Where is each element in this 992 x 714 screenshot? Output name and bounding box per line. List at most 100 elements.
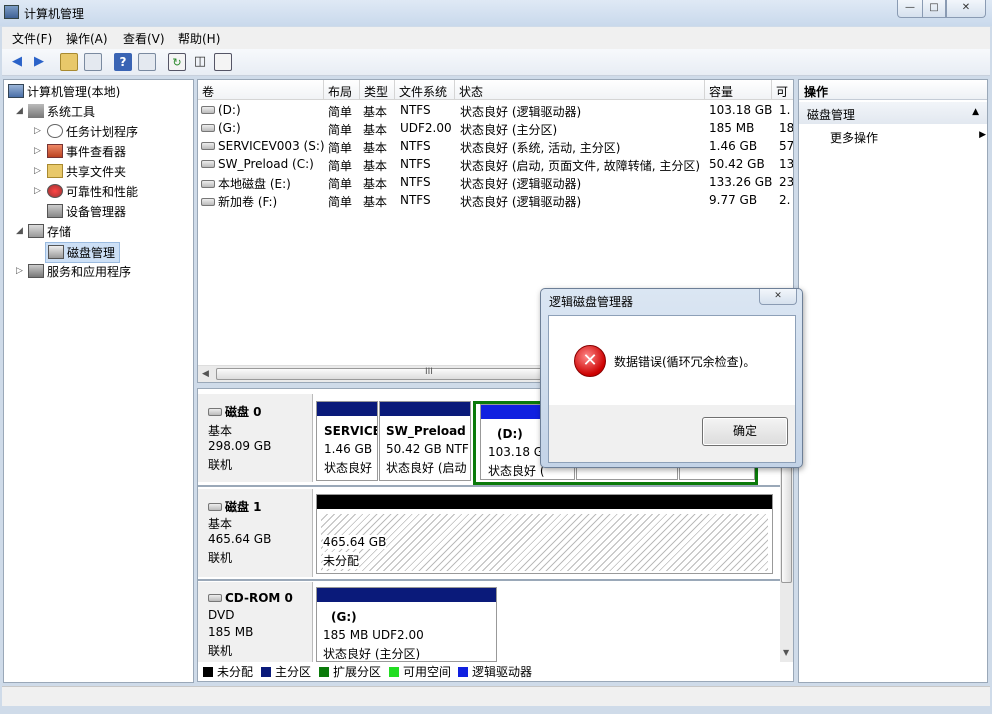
tree-device-manager[interactable]: 设备管理器 xyxy=(47,203,126,220)
maximize-button[interactable]: □ xyxy=(922,0,946,18)
shared-folder-icon xyxy=(47,164,63,178)
collapse-up-icon[interactable]: ▲ xyxy=(972,107,979,117)
cd-drive-icon xyxy=(201,124,215,132)
drive-icon xyxy=(201,198,215,206)
divider xyxy=(198,579,780,581)
col-header-filesystem[interactable]: 文件系统 xyxy=(395,80,455,100)
drive-icon xyxy=(201,180,215,188)
menu-bar: 文件(F) 操作(A) 查看(V) 帮助(H) xyxy=(2,27,990,49)
drive-icon xyxy=(201,106,215,114)
collapse-arrow-icon[interactable]: ◢ xyxy=(16,226,23,236)
disk1-size: 465.64 GB xyxy=(208,532,272,546)
refresh-icon[interactable]: ↻ xyxy=(168,53,186,71)
tree-event-viewer[interactable]: 事件查看器 xyxy=(47,143,126,160)
table-row[interactable]: (D:) 简单 基本 NTFS 状态良好 (逻辑驱动器) 103.18 GB 1. xyxy=(198,102,793,120)
disk1-label[interactable]: 磁盘 1 基本 465.64 GB 联机 xyxy=(198,489,313,577)
table-cell: 本地磁盘 (E:) xyxy=(201,175,324,192)
more-actions-item[interactable]: 更多操作 ▶ xyxy=(830,129,986,146)
table-cell: 103.18 GB xyxy=(709,103,773,117)
scroll-left-icon[interactable]: ◀ xyxy=(202,369,209,379)
table-row[interactable]: (G:) 简单 基本 UDF2.00 状态良好 (主分区) 185 MB 18 xyxy=(198,120,793,138)
partition-g[interactable]: (G:) 185 MB UDF2.00 状态良好 (主分区) xyxy=(316,587,497,662)
show-hide-tree-icon[interactable] xyxy=(84,53,102,71)
partition-unallocated[interactable]: 465.64 GB 未分配 xyxy=(316,494,773,574)
col-header-volume[interactable]: 卷 xyxy=(198,80,324,100)
table-row[interactable]: SW_Preload (C:) 简单 基本 NTFS 状态良好 (启动, 页面文件, 故… xyxy=(198,156,794,174)
tree-task-scheduler[interactable]: 任务计划程序 xyxy=(47,123,138,140)
menu-view[interactable]: 查看(V) xyxy=(123,30,165,47)
disk0-status: 联机 xyxy=(208,458,233,472)
dialog-title: 逻辑磁盘管理器 xyxy=(549,295,634,309)
expand-arrow-icon[interactable]: ▷ xyxy=(34,126,41,136)
show-action-pane-icon[interactable] xyxy=(138,53,156,71)
disk0-name: 磁盘 0 xyxy=(225,405,262,419)
table-cell: 1. xyxy=(779,103,791,117)
tree-disk-management[interactable]: 磁盘管理 xyxy=(45,242,121,263)
close-button[interactable]: ✕ xyxy=(946,0,986,18)
table-row[interactable]: SERVICEV003 (S:) 简单 基本 NTFS 状态良好 (系统, 活动, 主分… xyxy=(198,138,794,156)
scroll-down-icon[interactable]: ▼ xyxy=(783,648,789,657)
disk1-status: 联机 xyxy=(208,551,233,565)
tree-reliability[interactable]: 可靠性和性能 xyxy=(47,183,138,200)
menu-action[interactable]: 操作(A) xyxy=(66,30,108,47)
scroll-grip: III xyxy=(425,367,433,377)
expand-arrow-icon[interactable]: ▷ xyxy=(34,146,41,156)
table-row[interactable]: 新加卷 (F:) 简单 基本 NTFS 状态良好 (逻辑驱动器) 9.77 GB 2. xyxy=(198,192,793,210)
table-cell: 状态良好 (逻辑驱动器) xyxy=(460,105,582,119)
divider xyxy=(198,485,780,487)
table-cell: 简单 xyxy=(328,141,353,155)
partition-service[interactable]: SERVICE 1.46 GB 状态良好 xyxy=(316,401,378,481)
drive-icon xyxy=(201,160,215,168)
tree-storage[interactable]: 存储 xyxy=(28,223,71,240)
menu-file[interactable]: 文件(F) xyxy=(12,30,52,47)
col-header-status[interactable]: 状态 xyxy=(455,80,705,100)
col-header-layout[interactable]: 布局 xyxy=(324,80,360,100)
storage-icon xyxy=(28,224,44,238)
table-cell: 133.26 GB xyxy=(709,175,773,189)
expand-arrow-icon[interactable]: ▷ xyxy=(34,186,41,196)
tree-root[interactable]: 计算机管理(本地) xyxy=(8,83,120,100)
drive-icon xyxy=(201,142,215,150)
disk0-label[interactable]: 磁盘 0 基本 298.09 GB 联机 xyxy=(198,394,313,482)
services-icon xyxy=(28,264,44,278)
properties-icon[interactable]: ◫ xyxy=(191,53,209,71)
cdrom0-name: CD-ROM 0 xyxy=(225,591,293,605)
back-arrow-icon[interactable]: ◀ xyxy=(8,53,26,71)
up-folder-icon[interactable] xyxy=(60,53,78,71)
computer-management-icon xyxy=(4,5,19,19)
cdrom0-type: DVD xyxy=(208,608,235,622)
collapse-arrow-icon[interactable]: ◢ xyxy=(16,106,23,116)
menu-help[interactable]: 帮助(H) xyxy=(178,30,220,47)
forward-arrow-icon[interactable]: ▶ xyxy=(30,53,48,71)
col-header-free[interactable]: 可 xyxy=(772,80,793,100)
expand-arrow-icon[interactable]: ▷ xyxy=(16,266,23,276)
partition-sw-preload[interactable]: SW_Preload 50.42 GB NTF 状态良好 (启动 xyxy=(379,401,471,481)
error-dialog: 逻辑磁盘管理器 ✕ ✕ 数据错误(循环冗余检查)。 确定 xyxy=(540,288,803,468)
help-icon[interactable]: ? xyxy=(114,53,132,71)
col-header-type[interactable]: 类型 xyxy=(360,80,395,100)
actions-section-disk-management[interactable]: 磁盘管理 ▲ xyxy=(799,102,987,124)
table-cell: NTFS xyxy=(400,139,431,153)
table-row[interactable]: 本地磁盘 (E:) 简单 基本 NTFS 状态良好 (逻辑驱动器) 133.26 GB 23 xyxy=(198,174,794,192)
tree-services-apps[interactable]: 服务和应用程序 xyxy=(28,263,131,280)
tree-shared-folders[interactable]: 共享文件夹 xyxy=(47,163,126,180)
table-cell: 13 xyxy=(779,157,794,171)
ok-button[interactable]: 确定 xyxy=(702,417,788,446)
col-header-capacity[interactable]: 容量 xyxy=(705,80,772,100)
cdrom0-label[interactable]: CD-ROM 0 DVD 185 MB 联机 xyxy=(198,582,313,662)
disk0-type: 基本 xyxy=(208,424,233,438)
dialog-close-button[interactable]: ✕ xyxy=(759,289,797,305)
table-cell: UDF2.00 xyxy=(400,121,452,135)
table-cell: 2. xyxy=(779,193,791,207)
rescan-disks-icon[interactable] xyxy=(214,53,232,71)
tree-system-tools[interactable]: 系统工具 xyxy=(28,103,95,120)
table-cell: 基本 xyxy=(363,105,388,119)
expand-arrow-icon[interactable]: ▷ xyxy=(34,166,41,176)
table-cell: 57 xyxy=(779,139,794,153)
table-cell: NTFS xyxy=(400,103,431,117)
table-cell: 简单 xyxy=(328,177,353,191)
table-cell: 简单 xyxy=(328,105,353,119)
table-cell: 23 xyxy=(779,175,794,189)
minimize-button[interactable]: — xyxy=(897,0,923,18)
disk-management-icon xyxy=(48,245,64,259)
